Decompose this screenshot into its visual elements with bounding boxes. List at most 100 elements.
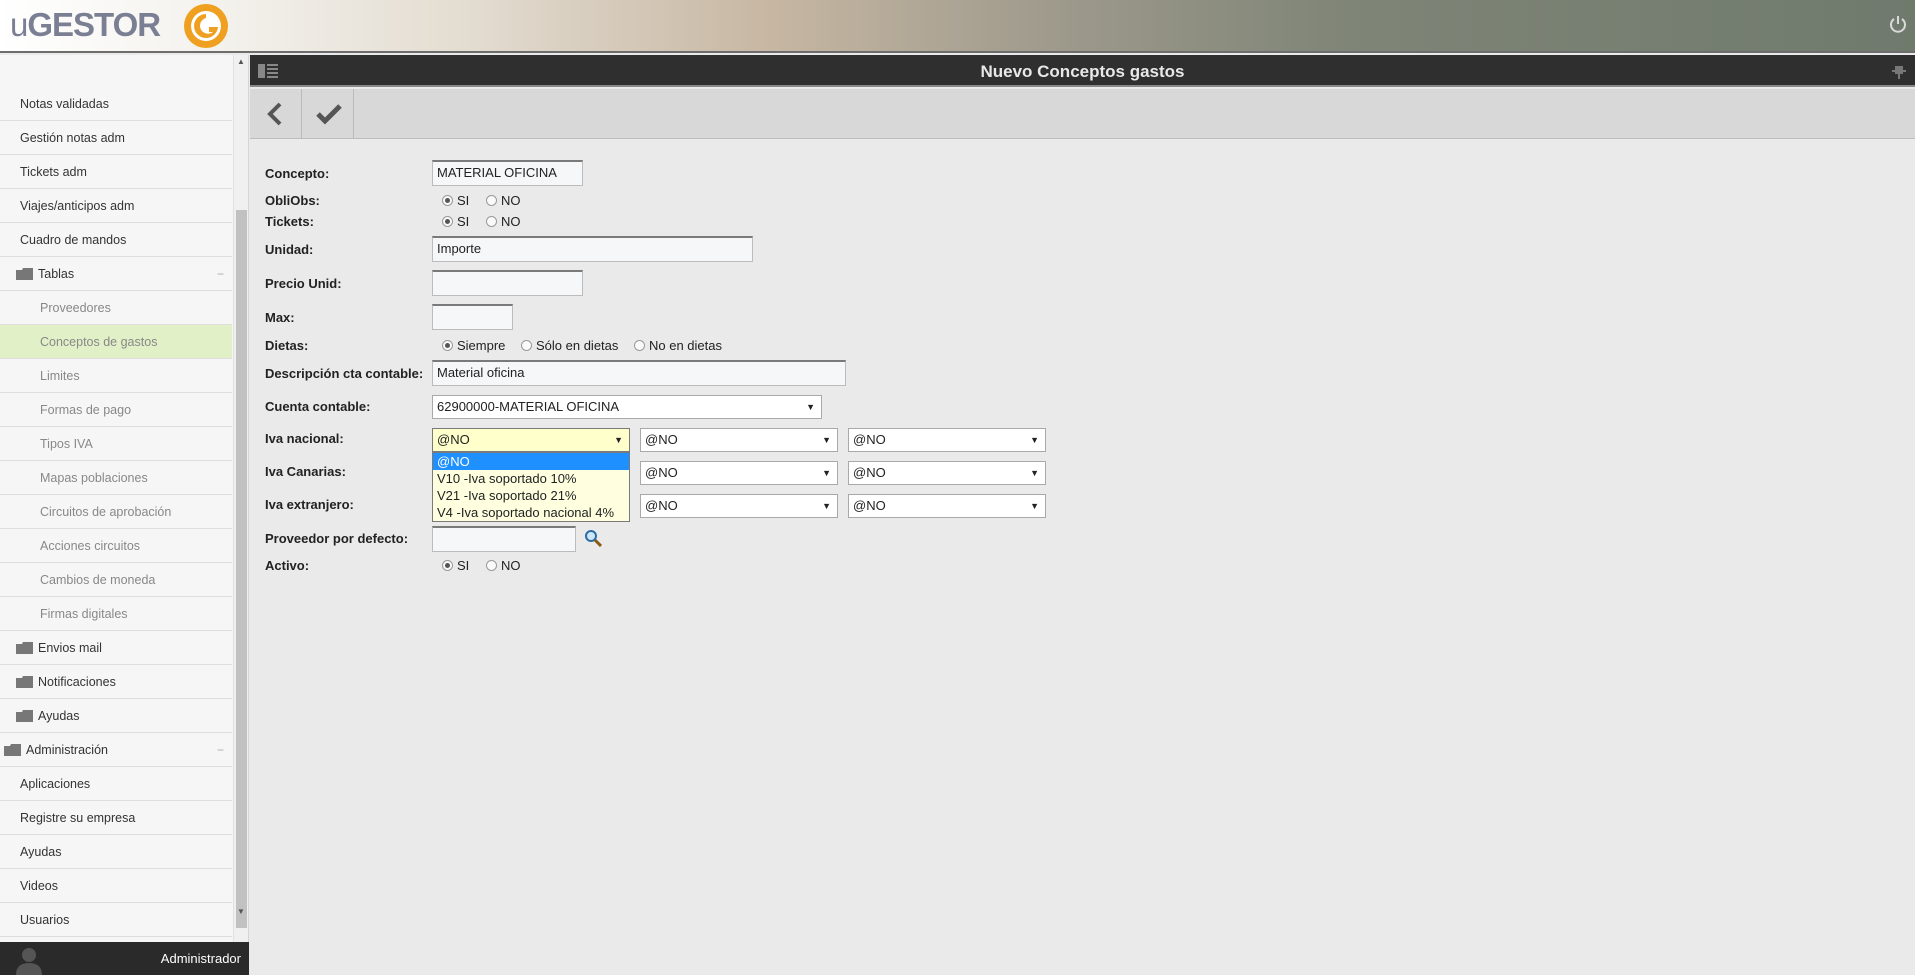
radio-label: SI [457,193,470,208]
precio-input[interactable] [432,270,583,296]
radio-dot [521,340,532,351]
tickets-si-radio[interactable]: SI [442,214,469,229]
dropdown-arrow-icon: ▼ [822,501,831,511]
back-button[interactable] [250,89,302,139]
radio-dot [442,340,453,351]
dietas-siempre-radio[interactable]: Siempre [442,338,505,353]
page-title: Nuevo Conceptos gastos [980,62,1185,81]
iva-nacional-label: Iva nacional: [265,431,344,446]
sidebar-folder-administracion[interactable]: Administración − [0,733,232,767]
sidebar-item-usuarios[interactable]: Usuarios [0,903,232,937]
pin-icon[interactable] [1891,63,1907,79]
sidebar-folder-envios-mail[interactable]: Envios mail [0,631,232,665]
toolbar [250,89,1915,139]
dietas-no-radio[interactable]: No en dietas [634,338,722,353]
sidebar-item-proveedores[interactable]: Proveedores [0,291,232,325]
activo-label: Activo: [265,558,310,573]
sidebar-item-videos[interactable]: Videos [0,869,232,903]
select-value: @NO [437,432,470,447]
activo-si-radio[interactable]: SI [442,558,469,573]
iva-nacional-select-2[interactable]: @NO ▼ [640,428,838,452]
dropdown-arrow-icon: ▼ [822,435,831,445]
precio-label: Precio Unid: [265,276,342,291]
max-input[interactable] [432,304,513,330]
sidebar-item-limites[interactable]: Limites [0,359,232,393]
sidebar-item-cambios-moneda[interactable]: Cambios de moneda [0,563,232,597]
sidebar-item-mapas-poblaciones[interactable]: Mapas poblaciones [0,461,232,495]
collapse-icon[interactable]: − [217,733,224,767]
obliobs-no-radio[interactable]: NO [486,193,521,208]
dietas-solo-radio[interactable]: Sólo en dietas [521,338,618,353]
user-bar: Administrador [0,942,249,975]
sidebar-item-formas-pago[interactable]: Formas de pago [0,393,232,427]
dropdown-option[interactable]: V4 -Iva soportado nacional 4% [433,504,629,521]
radio-label: No en dietas [649,338,722,353]
sidebar-folder-tablas[interactable]: Tablas − [0,257,232,291]
radio-dot [486,560,497,571]
obliobs-si-radio[interactable]: SI [442,193,469,208]
app-logo: uGESTOR [10,6,161,44]
select-value: @NO [853,465,886,480]
iva-canarias-select-3[interactable]: @NO ▼ [848,461,1046,485]
iva-nacional-select-1[interactable]: @NO ▼ [432,428,630,452]
sidebar-item-acciones-circuitos[interactable]: Acciones circuitos [0,529,232,563]
search-icon[interactable] [584,529,602,547]
logo-u: u [10,6,28,43]
sidebar-item-cuadro-mandos[interactable]: Cuadro de mandos [0,223,232,257]
sidebar-item-conceptos-gastos[interactable]: Conceptos de gastos [0,325,232,359]
dropdown-arrow-icon: ▼ [1030,468,1039,478]
radio-label: Sólo en dietas [536,338,619,353]
iva-extranjero-select-2[interactable]: @NO ▼ [640,494,838,518]
sidebar-item-aplicaciones[interactable]: Aplicaciones [0,767,232,801]
main-header: Nuevo Conceptos gastos [250,55,1915,87]
save-button[interactable] [302,89,354,139]
radio-dot [442,216,453,227]
sidebar-item-notas-validadas[interactable]: Notas validadas [0,87,232,121]
check-icon [316,104,342,125]
dropdown-option[interactable]: V10 -Iva soportado 10% [433,470,629,487]
chevron-left-icon [267,102,282,126]
sidebar-folder-ayudas[interactable]: Ayudas [0,699,232,733]
radio-label: NO [501,558,521,573]
iva-nacional-select-3[interactable]: @NO ▼ [848,428,1046,452]
iva-canarias-select-2[interactable]: @NO ▼ [640,461,838,485]
top-banner: uGESTOR [0,0,1915,53]
sidebar-folder-notificaciones[interactable]: Notificaciones [0,665,232,699]
folder-icon [16,710,33,722]
sidebar-item-circuitos-aprobacion[interactable]: Circuitos de aprobación [0,495,232,529]
sidebar-item-tickets-adm[interactable]: Tickets adm [0,155,232,189]
scroll-down-icon[interactable]: ▼ [237,907,245,916]
sidebar-item-ayudas[interactable]: Ayudas [0,835,232,869]
sidebar-item-gestion-notas-adm[interactable]: Gestión notas adm [0,121,232,155]
scrollbar-thumb[interactable] [236,210,247,928]
sidebar-item-tipos-iva[interactable]: Tipos IVA [0,427,232,461]
radio-dot [486,216,497,227]
iva-extranjero-select-3[interactable]: @NO ▼ [848,494,1046,518]
descripcion-label: Descripción cta contable: [265,366,424,381]
user-name[interactable]: Administrador [161,951,241,966]
scroll-up-icon[interactable]: ▲ [237,57,245,66]
radio-dot [442,560,453,571]
unidad-input[interactable]: Importe [432,236,753,262]
concepto-input[interactable]: MATERIAL OFICINA [432,160,583,186]
descripcion-input[interactable]: Material oficina [432,360,846,386]
sidebar-item-registre-empresa[interactable]: Registre su empresa [0,801,232,835]
logo-g-icon [184,4,228,48]
select-value: @NO [645,498,678,513]
sidebar-vertical-scrollbar[interactable]: ▲ ▼ [233,55,248,942]
sidebar-item-firmas-digitales[interactable]: Firmas digitales [0,597,232,631]
sidebar-item-viajes-anticipos[interactable]: Viajes/anticipos adm [0,189,232,223]
folder-icon [4,744,21,756]
select-value: @NO [645,465,678,480]
power-icon[interactable] [1889,15,1907,33]
proveedor-input[interactable] [432,526,576,552]
dropdown-option[interactable]: @NO [433,453,629,470]
activo-no-radio[interactable]: NO [486,558,521,573]
radio-dot [442,195,453,206]
tickets-no-radio[interactable]: NO [486,214,521,229]
cuenta-select[interactable]: 62900000-MATERIAL OFICINA ▼ [432,395,822,419]
radio-label: SI [457,558,470,573]
dropdown-option[interactable]: V21 -Iva soportado 21% [433,487,629,504]
iva-nacional-dropdown-list: @NO V10 -Iva soportado 10% V21 -Iva sopo… [432,452,630,522]
collapse-icon[interactable]: − [217,257,224,291]
